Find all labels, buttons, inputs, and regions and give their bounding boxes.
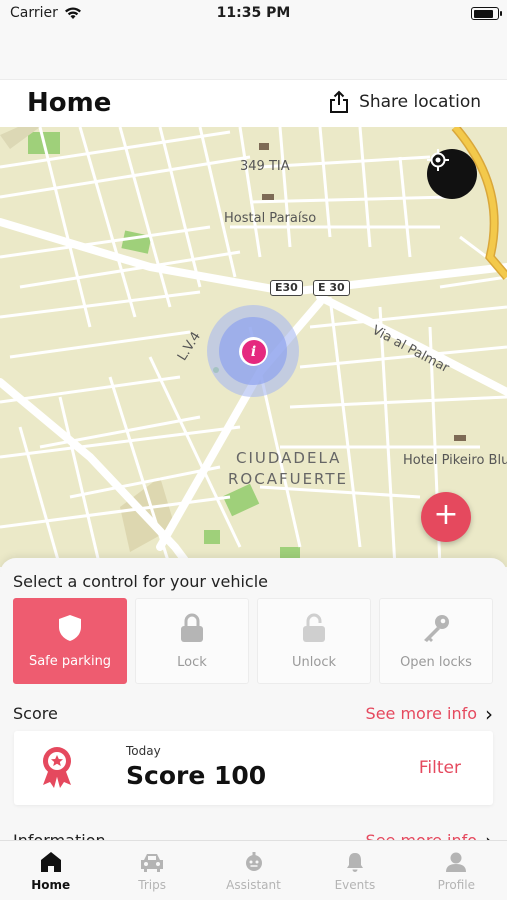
crosshair-icon [427, 149, 449, 171]
shield-icon [59, 614, 81, 641]
tab-label: Trips [138, 878, 166, 892]
map-district-label: ROCAFUERTE [228, 470, 349, 488]
map-hotel-label: Hostal Paraíso [224, 211, 317, 226]
map-hotel-label: Hotel Pikeiro Blu [403, 453, 507, 468]
tab-label: Home [31, 878, 71, 892]
open-locks-button[interactable]: Open locks [379, 598, 493, 684]
park-area [121, 230, 152, 254]
map-district-label: CIUDADELA [236, 449, 342, 467]
battery-level [473, 9, 494, 18]
award-badge-icon [43, 747, 71, 788]
hotel-icon [262, 194, 274, 200]
park-area [222, 483, 260, 517]
profile-icon [446, 852, 467, 872]
tab-label: Assistant [226, 878, 281, 892]
control-label: Safe parking [28, 653, 112, 669]
info-marker-icon: i [241, 339, 266, 364]
filter-button[interactable]: Filter [419, 758, 461, 778]
safe-parking-button[interactable]: Safe parking [13, 598, 127, 684]
recenter-button[interactable] [427, 149, 477, 199]
car-icon [141, 854, 164, 872]
tab-label: Events [334, 878, 376, 892]
lock-icon [181, 613, 203, 642]
assistant-icon [245, 852, 262, 871]
vehicle-marker[interactable]: i [239, 337, 268, 366]
road-shield: E 30 [313, 280, 350, 296]
hotel-icon [454, 435, 466, 441]
page-title: Home [27, 88, 112, 118]
battery-icon [471, 7, 502, 20]
control-label: Lock [177, 654, 207, 670]
map-poi-label: 349 TIA [240, 159, 290, 174]
score-period: Today [126, 744, 161, 758]
bell-icon [346, 853, 363, 872]
add-button[interactable]: + [421, 492, 471, 542]
map-view[interactable]: 349 TIA Hostal Paraíso E30 E 30 L.V.4 Vi… [0, 127, 507, 567]
score-label: Score [13, 704, 58, 723]
score-value: Score 100 [126, 761, 267, 790]
header: Home Share location [0, 80, 507, 127]
tab-assistant[interactable]: Assistant [203, 841, 304, 900]
score-card[interactable]: Today Score 100 Filter [14, 731, 493, 805]
status-time: 11:35 PM [216, 5, 291, 21]
tab-events[interactable]: Events [304, 841, 405, 900]
home-icon [40, 852, 61, 872]
see-more-label: See more info [365, 704, 477, 723]
vehicle-controls-sheet: Select a control for your vehicle Safe p… [0, 558, 507, 842]
status-bar: Carrier 11:35 PM [0, 0, 507, 28]
control-label: Open locks [400, 654, 472, 670]
unlock-button[interactable]: Unlock [257, 598, 371, 684]
share-location-button[interactable]: Share location [329, 90, 481, 114]
tab-label: Profile [437, 878, 475, 892]
controls-title: Select a control for your vehicle [13, 572, 269, 591]
park-area [204, 530, 220, 544]
key-icon [424, 614, 449, 642]
score-see-more-link[interactable]: See more info › [365, 701, 493, 726]
chevron-right-icon: › [485, 701, 493, 726]
top-gap [0, 28, 507, 80]
poi-icon [259, 143, 269, 150]
lock-button[interactable]: Lock [135, 598, 249, 684]
controls-row: Safe parking Lock Unlock Open locks [13, 598, 493, 684]
tab-bar: Home Trips Assistant Events Profile [0, 840, 507, 900]
tab-home[interactable]: Home [0, 841, 101, 900]
share-icon [330, 90, 349, 113]
tab-trips[interactable]: Trips [101, 841, 202, 900]
share-location-label: Share location [359, 92, 481, 112]
tab-profile[interactable]: Profile [406, 841, 507, 900]
control-label: Unlock [292, 654, 336, 670]
road-shield: E30 [270, 280, 303, 296]
unlock-icon [303, 613, 325, 642]
